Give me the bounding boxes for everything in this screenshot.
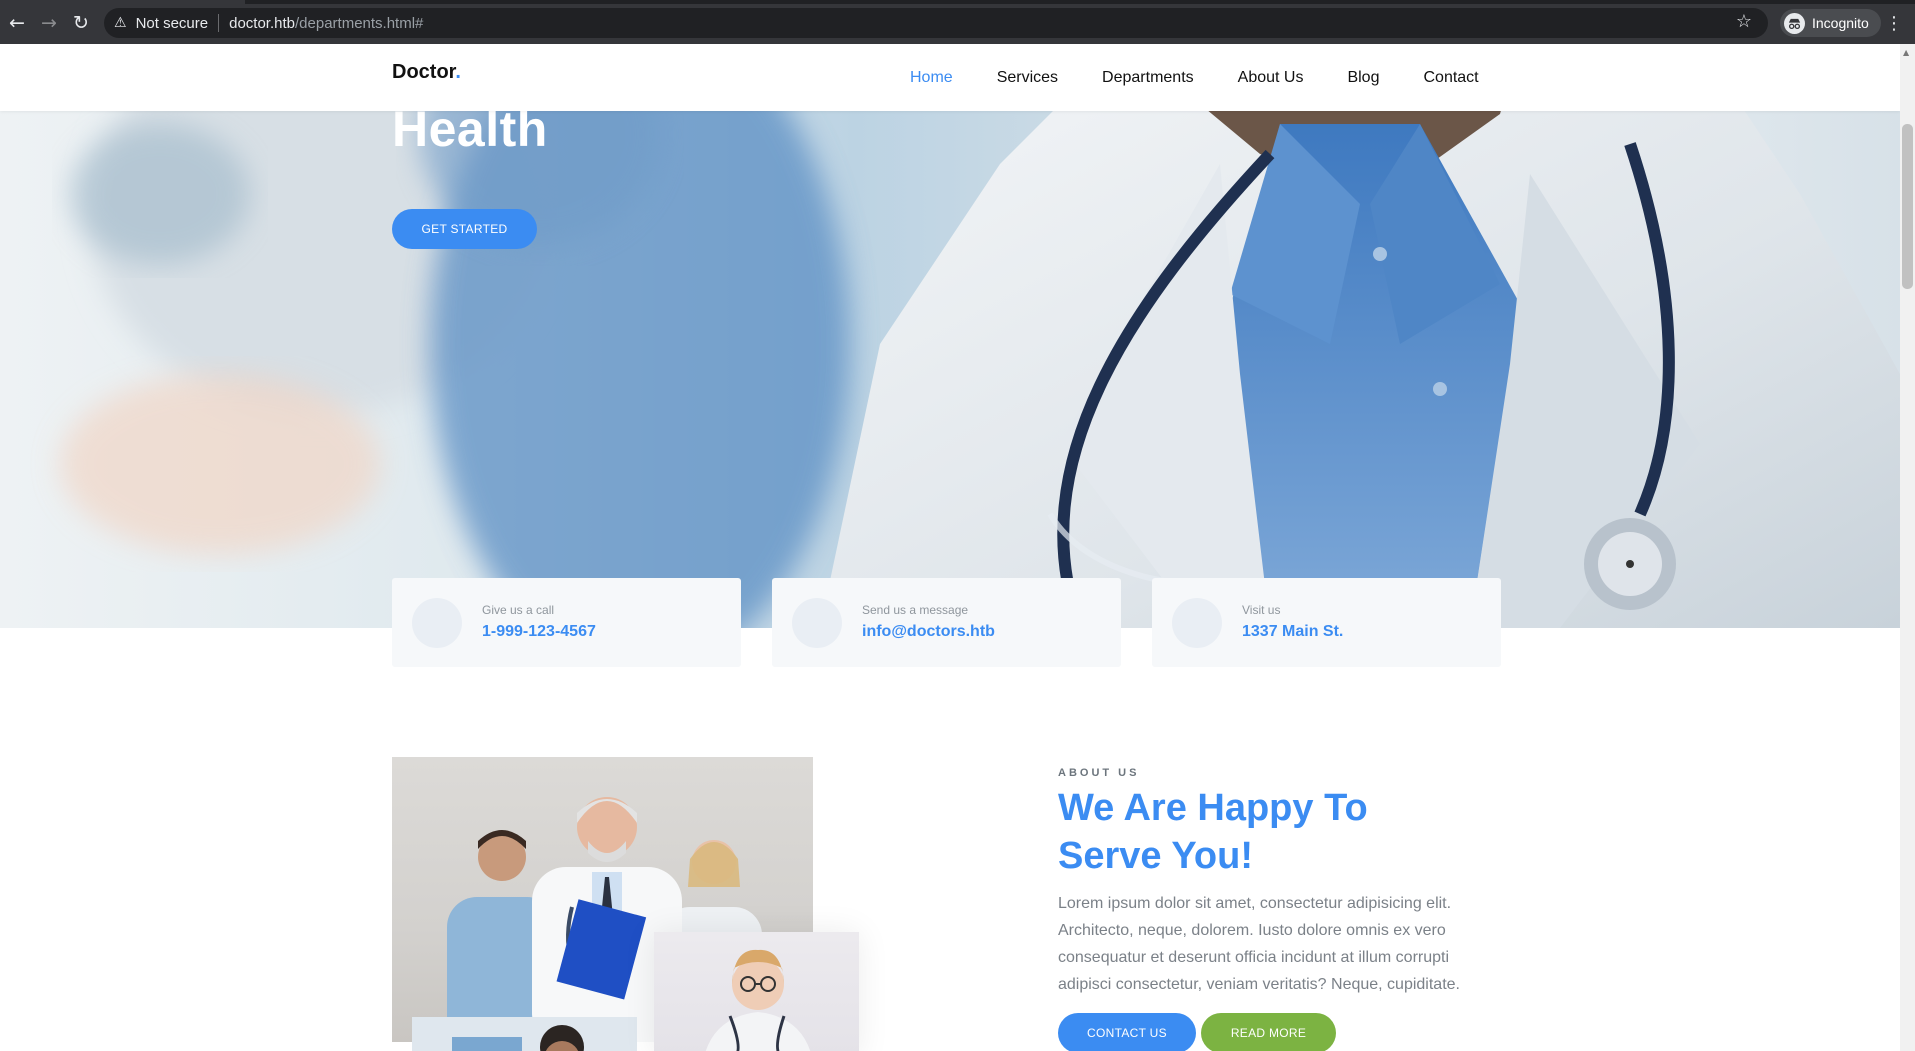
security-label[interactable]: Not secure bbox=[136, 15, 209, 32]
about-heading-line-1: We Are Happy To bbox=[1058, 787, 1368, 829]
warning-icon: ⚠ bbox=[114, 15, 127, 31]
about-eyebrow: ABOUT US bbox=[1058, 767, 1140, 779]
phone-icon bbox=[412, 598, 462, 648]
logo-text: Doctor bbox=[392, 61, 456, 83]
scrollbar-thumb[interactable] bbox=[1902, 124, 1913, 289]
email-icon bbox=[792, 598, 842, 648]
card-label: Visit us bbox=[1242, 603, 1281, 617]
contact-card-phone: Give us a call 1-999-123-4567 bbox=[392, 578, 741, 667]
scroll-up-arrow-icon[interactable]: ▲ bbox=[1903, 48, 1909, 57]
nav-contact[interactable]: Contact bbox=[1423, 69, 1478, 87]
contact-us-button[interactable]: CONTACT US bbox=[1058, 1013, 1196, 1051]
site-logo[interactable]: Doctor. bbox=[392, 61, 461, 84]
divider bbox=[218, 14, 220, 32]
about-heading: We Are Happy To Serve You! bbox=[1058, 784, 1458, 880]
about-paragraph: Lorem ipsum dolor sit amet, consectetur … bbox=[1058, 895, 1460, 993]
address-bar[interactable]: ⚠ Not secure doctor.htb/departments.html… bbox=[104, 8, 1768, 38]
card-value: 1337 Main St. bbox=[1242, 623, 1344, 640]
about-doctor-image-2 bbox=[412, 1017, 637, 1051]
location-icon bbox=[1172, 598, 1222, 648]
card-value: info@doctors.htb bbox=[862, 623, 995, 640]
tab-strip bbox=[245, 0, 1915, 4]
page-viewport: Health GET STARTED Doctor. Home Services… bbox=[0, 44, 1915, 1051]
incognito-icon bbox=[1784, 12, 1805, 34]
nav-departments[interactable]: Departments bbox=[1102, 69, 1194, 87]
browser-toolbar: ← → ↻ ⚠ Not secure doctor.htb/department… bbox=[0, 0, 1915, 44]
incognito-badge[interactable]: Incognito bbox=[1780, 9, 1881, 37]
site-header: Doctor. Home Services Departments About … bbox=[0, 44, 1900, 111]
nav-blog[interactable]: Blog bbox=[1347, 69, 1379, 87]
hero-background-image bbox=[60, 44, 1900, 628]
card-value: 1-999-123-4567 bbox=[482, 623, 596, 640]
browser-menu-icon[interactable]: ⋮ bbox=[1884, 10, 1904, 36]
back-icon[interactable]: ← bbox=[4, 10, 30, 36]
hero-section: Health GET STARTED bbox=[0, 44, 1900, 628]
bookmark-star-icon[interactable]: ☆ bbox=[1736, 11, 1752, 32]
nav-home[interactable]: Home bbox=[910, 69, 953, 87]
card-label: Give us a call bbox=[482, 603, 555, 617]
read-more-button[interactable]: READ MORE bbox=[1201, 1013, 1336, 1051]
card-label: Send us a message bbox=[862, 603, 969, 617]
about-doctor-image bbox=[654, 932, 859, 1051]
reload-icon[interactable]: ↻ bbox=[68, 10, 94, 36]
incognito-label: Incognito bbox=[1812, 15, 1869, 31]
main-nav: Home Services Departments About Us Blog … bbox=[888, 44, 1501, 111]
url-host: doctor.htb bbox=[229, 14, 295, 32]
forward-icon[interactable]: → bbox=[36, 10, 62, 36]
get-started-button[interactable]: GET STARTED bbox=[392, 209, 537, 249]
contact-card-address: Visit us 1337 Main St. bbox=[1152, 578, 1501, 667]
nav-about-us[interactable]: About Us bbox=[1238, 69, 1304, 87]
logo-dot: . bbox=[455, 61, 461, 83]
nav-services[interactable]: Services bbox=[997, 69, 1058, 87]
url-path: /departments.html# bbox=[295, 14, 424, 32]
about-heading-line-2: Serve You! bbox=[1058, 835, 1254, 877]
contact-card-email: Send us a message info@doctors.htb bbox=[772, 578, 1121, 667]
